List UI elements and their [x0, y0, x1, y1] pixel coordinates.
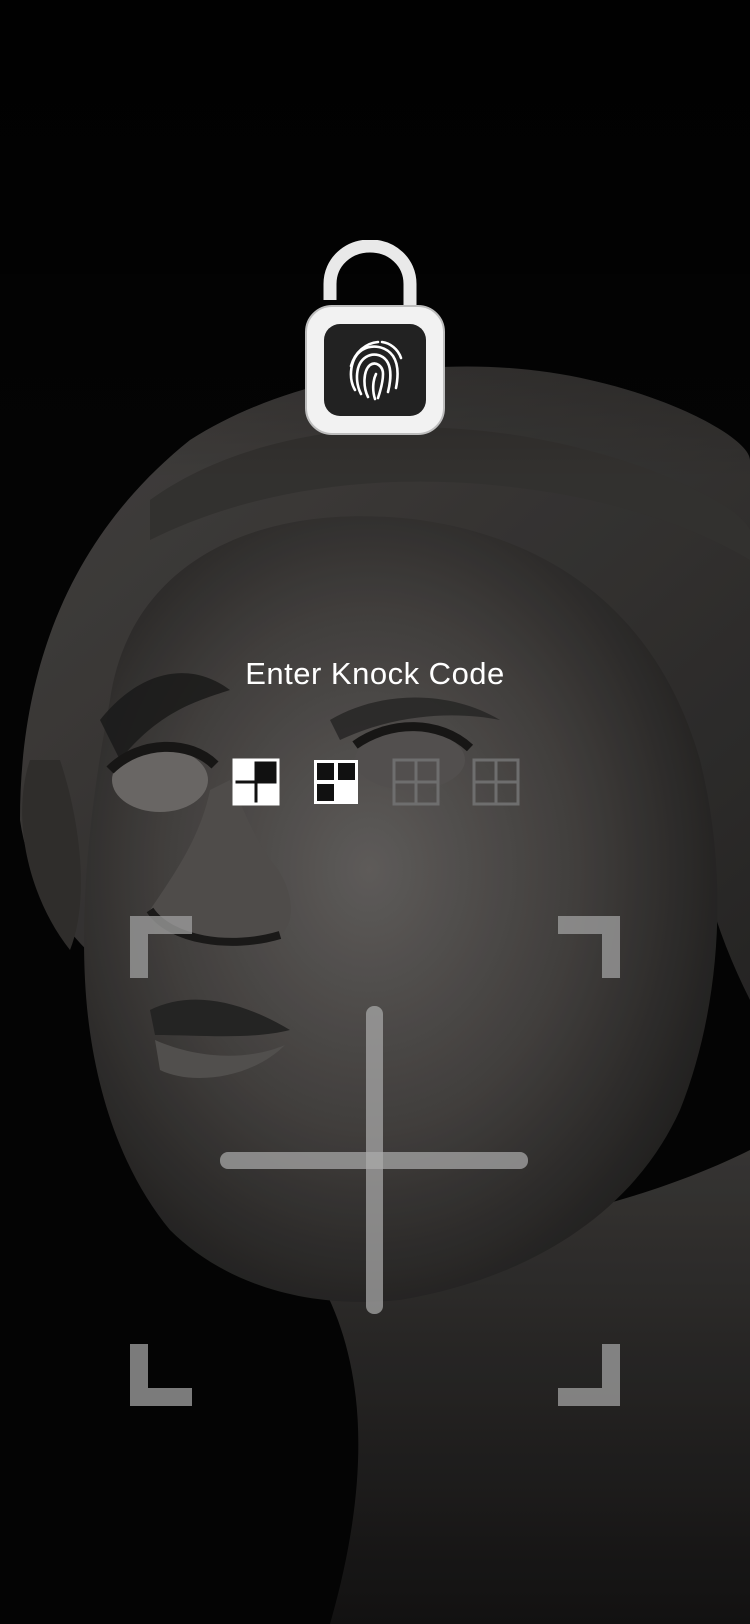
knock-indicator-2: [314, 760, 358, 804]
pad-corner-bottom-right: [558, 1344, 620, 1406]
pad-corner-bottom-left: [130, 1344, 192, 1406]
pad-corner-top-right: [558, 916, 620, 978]
lock-screen: Enter Knock Code: [0, 0, 750, 1624]
knock-code-progress: [232, 758, 522, 806]
enter-knock-code-label: Enter Knock Code: [245, 656, 505, 691]
knock-indicator-4: [472, 758, 520, 806]
unlocked-padlock-fingerprint-icon: [305, 240, 445, 435]
knock-code-pad: [130, 916, 620, 1406]
pad-divider-horizontal: [220, 1152, 528, 1169]
knock-indicator-1: [232, 758, 280, 806]
knock-indicator-3: [392, 758, 440, 806]
pad-corner-top-left: [130, 916, 192, 978]
